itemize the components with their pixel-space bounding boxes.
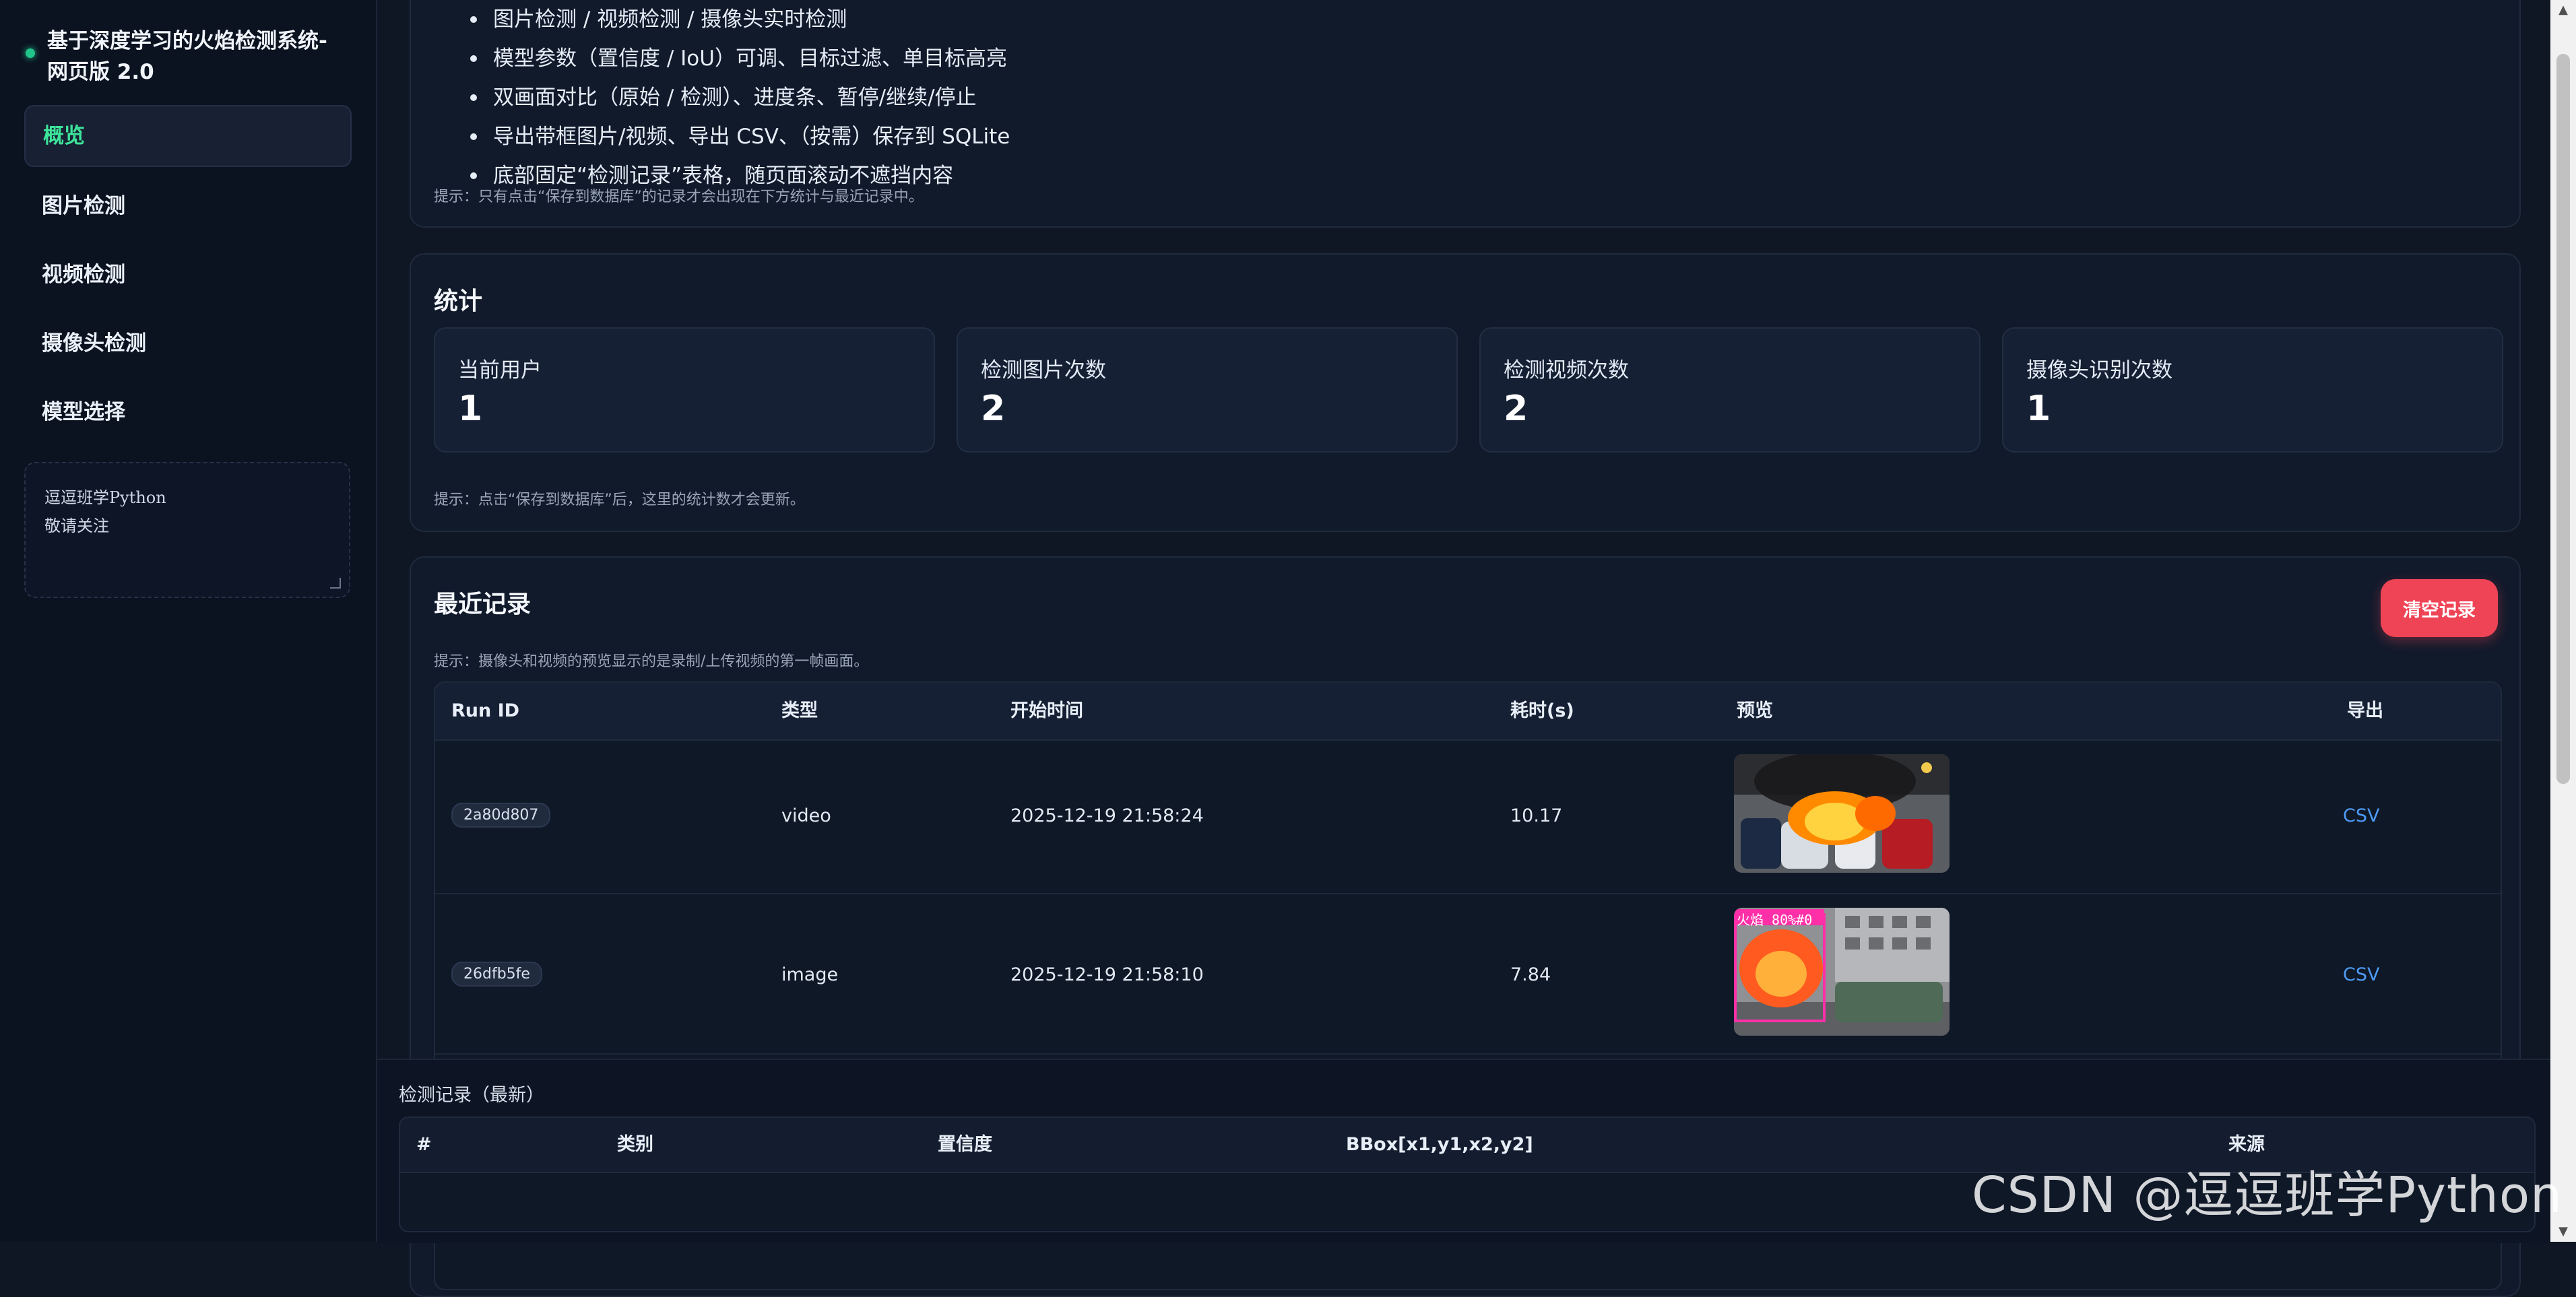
note-line: 敬请关注 bbox=[44, 517, 109, 535]
page-scrollbar[interactable]: ▲ ▼ bbox=[2550, 0, 2576, 1242]
sidebar-item-video-detection[interactable]: 视频检测 bbox=[24, 245, 352, 304]
list-item: 模型参数（置信度 / IoU）可调、目标过滤、单目标高亮 bbox=[470, 39, 1010, 78]
stat-value: 1 bbox=[2026, 389, 2051, 429]
sidebar-nav: 概览 图片检测 视频检测 摄像头检测 模型选择 bbox=[24, 105, 352, 451]
stats-card: 统计 当前用户 1 检测图片次数 2 检测视频次数 2 摄像头识别次数 1 提示… bbox=[410, 253, 2521, 532]
stat-label: 当前用户 bbox=[458, 358, 542, 383]
scroll-thumb[interactable] bbox=[2556, 54, 2570, 784]
col-run-id: Run ID bbox=[451, 700, 520, 721]
stat-image-count: 检测图片次数 2 bbox=[957, 327, 1458, 453]
stat-video-count: 检测视频次数 2 bbox=[1479, 327, 1981, 453]
export-csv-link[interactable]: CSV bbox=[2343, 805, 2379, 826]
clear-records-button[interactable]: 清空记录 bbox=[2381, 579, 2498, 637]
col-start-time: 开始时间 bbox=[1010, 700, 1083, 721]
col-class: 类别 bbox=[617, 1134, 653, 1155]
watermark: CSDN @逗逗班学Python bbox=[1971, 1166, 2563, 1224]
scroll-up-icon[interactable]: ▲ bbox=[2550, 0, 2576, 20]
cell-duration: 10.17 bbox=[1510, 805, 1563, 826]
cell-start-time: 2025-12-19 21:58:10 bbox=[1010, 964, 1204, 985]
main-content: 图片检测 / 视频检测 / 摄像头实时检测 模型参数（置信度 / IoU）可调、… bbox=[377, 0, 2550, 1297]
cell-start-time: 2025-12-19 21:58:24 bbox=[1010, 805, 1204, 826]
recent-title: 最近记录 bbox=[434, 591, 532, 618]
run-id-badge: 2a80d807 bbox=[451, 803, 551, 828]
col-export: 导出 bbox=[2347, 700, 2383, 721]
export-csv-link[interactable]: CSV bbox=[2343, 964, 2379, 985]
sidebar-item-model-select[interactable]: 模型选择 bbox=[24, 383, 352, 442]
note-line: 逗逗班学Python bbox=[44, 488, 166, 507]
status-dot-icon bbox=[26, 48, 35, 58]
preview-thumbnail[interactable] bbox=[1734, 754, 1950, 873]
col-bbox: BBox[x1,y1,x2,y2] bbox=[1346, 1134, 1533, 1155]
stat-label: 摄像头识别次数 bbox=[2026, 358, 2172, 383]
sidebar-item-image-detection[interactable]: 图片检测 bbox=[24, 176, 352, 236]
col-preview: 预览 bbox=[1737, 700, 1773, 721]
app-title: 基于深度学习的火焰检测系统-网页版 2.0 bbox=[47, 29, 327, 84]
stat-value: 2 bbox=[1504, 389, 1528, 429]
col-duration: 耗时(s) bbox=[1510, 700, 1574, 721]
cell-duration: 7.84 bbox=[1510, 964, 1551, 985]
sidebar-item-camera-detection[interactable]: 摄像头检测 bbox=[24, 314, 352, 373]
table-row: 2a80d807 video 2025-12-19 21:58:24 10.17 bbox=[435, 741, 2501, 894]
list-item: 图片检测 / 视频检测 / 摄像头实时检测 bbox=[470, 0, 1010, 39]
detection-label: 火焰 80%#0 bbox=[1737, 912, 1813, 928]
stat-value: 2 bbox=[981, 389, 1006, 429]
sidebar: 基于深度学习的火焰检测系统-网页版 2.0 概览 图片检测 视频检测 摄像头检测… bbox=[0, 0, 377, 1242]
run-id-badge: 26dfb5fe bbox=[451, 962, 542, 987]
brand: 基于深度学习的火焰检测系统-网页版 2.0 bbox=[26, 26, 344, 88]
table-header: Run ID 类型 开始时间 耗时(s) 预览 导出 bbox=[435, 683, 2501, 741]
features-hint: 提示：只有点击“保存到数据库”的记录才会出现在下方统计与最近记录中。 bbox=[434, 189, 924, 205]
col-confidence: 置信度 bbox=[938, 1134, 992, 1155]
cell-type: video bbox=[781, 805, 831, 826]
table-row: 26dfb5fe image 2025-12-19 21:58:10 7.84 bbox=[435, 894, 2501, 1055]
col-index: # bbox=[416, 1134, 432, 1155]
features-card: 图片检测 / 视频检测 / 摄像头实时检测 模型参数（置信度 / IoU）可调、… bbox=[410, 0, 2521, 228]
preview-thumbnail[interactable]: 火焰 80%#0 bbox=[1734, 908, 1950, 1036]
detection-records-title: 检测记录（最新） bbox=[399, 1085, 544, 1106]
stat-camera-count: 摄像头识别次数 1 bbox=[2002, 327, 2503, 453]
stat-current-user: 当前用户 1 bbox=[434, 327, 935, 453]
stat-label: 检测图片次数 bbox=[981, 358, 1106, 383]
note-textarea[interactable]: 逗逗班学Python 敬请关注 bbox=[24, 462, 350, 598]
resize-handle-icon[interactable] bbox=[330, 578, 341, 589]
recent-hint: 提示：摄像头和视频的预览显示的是录制/上传视频的第一帧画面。 bbox=[434, 653, 869, 670]
stat-value: 1 bbox=[458, 389, 483, 429]
sidebar-item-overview[interactable]: 概览 bbox=[24, 105, 352, 167]
list-item: 导出带框图片/视频、导出 CSV、（按需）保存到 SQLite bbox=[470, 117, 1010, 156]
feature-list: 图片检测 / 视频检测 / 摄像头实时检测 模型参数（置信度 / IoU）可调、… bbox=[470, 0, 1010, 195]
stats-title: 统计 bbox=[434, 288, 483, 315]
col-type: 类型 bbox=[781, 700, 818, 721]
cell-type: image bbox=[781, 964, 839, 985]
fire-cars-image bbox=[1734, 754, 1950, 873]
stats-hint: 提示：点击“保存到数据库”后，这里的统计数才会更新。 bbox=[434, 492, 805, 508]
stat-label: 检测视频次数 bbox=[1504, 358, 1629, 383]
list-item: 双画面对比（原始 / 检测）、进度条、暂停/继续/停止 bbox=[470, 78, 1010, 117]
